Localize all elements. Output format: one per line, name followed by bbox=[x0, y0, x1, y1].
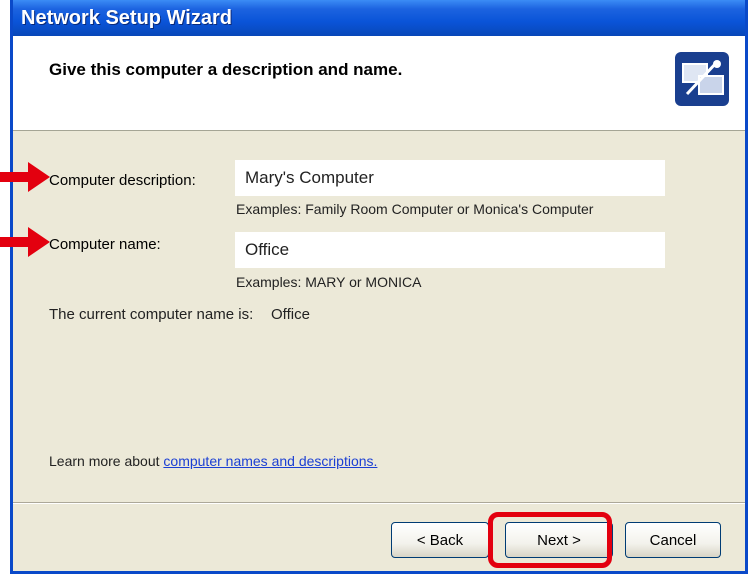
page-heading: Give this computer a description and nam… bbox=[49, 60, 403, 79]
name-arrow-icon bbox=[0, 227, 50, 257]
button-separator bbox=[13, 502, 745, 504]
window-title: Network Setup Wizard bbox=[21, 7, 232, 29]
wizard-header: Give this computer a description and nam… bbox=[13, 36, 745, 131]
network-wizard-icon bbox=[675, 52, 729, 106]
computer-name-input[interactable]: Office bbox=[235, 232, 665, 268]
computer-description-label: Computer description: bbox=[49, 172, 196, 189]
back-button[interactable]: < Back bbox=[391, 522, 489, 558]
current-computer-name-value: Office bbox=[271, 306, 310, 323]
learn-more-prefix: Learn more about bbox=[49, 453, 164, 469]
learn-more-text: Learn more about computer names and desc… bbox=[49, 453, 377, 469]
learn-more-link[interactable]: computer names and descriptions. bbox=[163, 453, 377, 469]
computer-name-example: Examples: MARY or MONICA bbox=[236, 274, 422, 290]
description-arrow-icon bbox=[0, 162, 50, 192]
title-bar[interactable]: Network Setup Wizard bbox=[13, 0, 745, 36]
current-computer-name-label: The current computer name is: bbox=[49, 306, 254, 323]
computer-description-input[interactable]: Mary's Computer bbox=[235, 160, 665, 196]
computer-name-label: Computer name: bbox=[49, 236, 161, 253]
wizard-window: Network Setup Wizard Give this computer … bbox=[10, 0, 748, 574]
computer-description-example: Examples: Family Room Computer or Monica… bbox=[236, 201, 594, 217]
cancel-button[interactable]: Cancel bbox=[625, 522, 721, 558]
next-button-highlight bbox=[488, 512, 612, 568]
